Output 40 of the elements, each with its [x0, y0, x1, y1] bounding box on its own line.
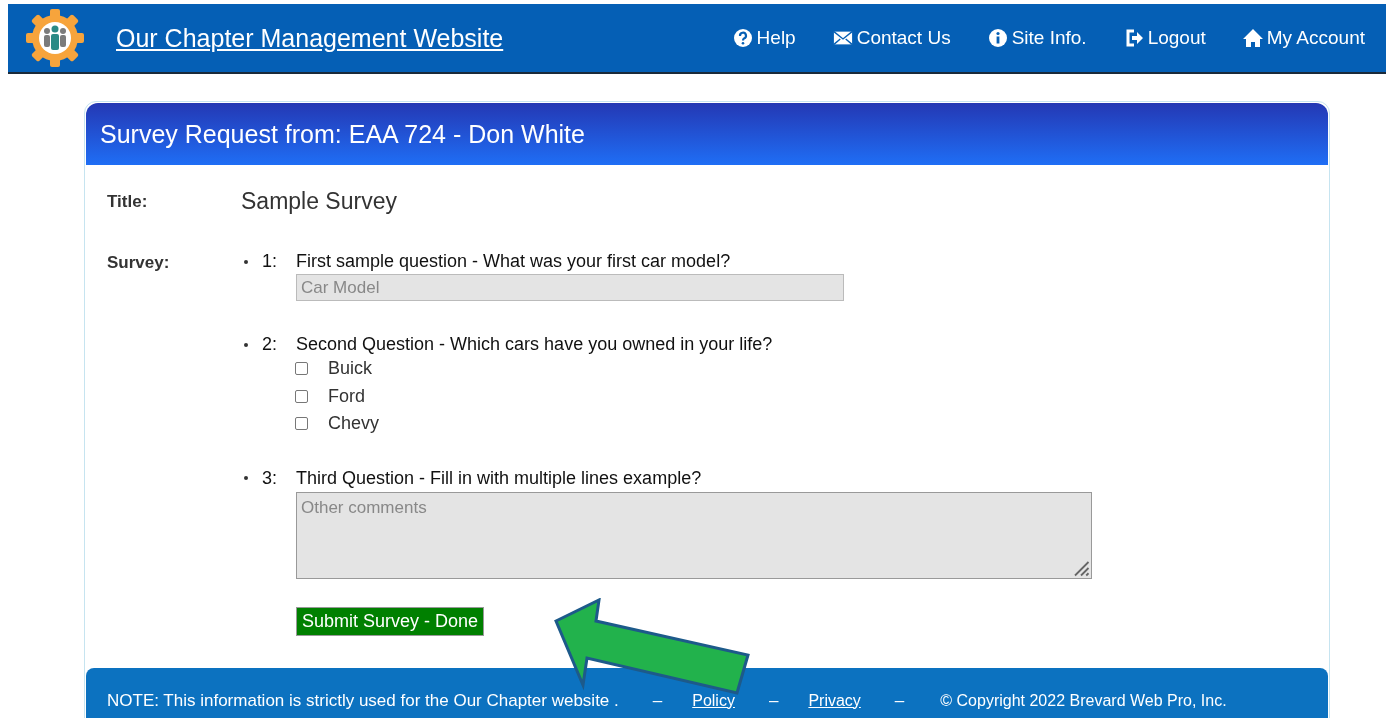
bullet-icon: [244, 476, 248, 480]
info-icon: [987, 28, 1008, 48]
separator-dash: –: [652, 690, 663, 711]
card-heading: Survey Request from: EAA 724 - Don White: [100, 119, 585, 149]
checkbox[interactable]: [295, 362, 308, 376]
checkbox-label: Buick: [328, 358, 372, 380]
nav-link[interactable]: My Account: [1242, 27, 1365, 49]
question-number: 3:: [262, 467, 278, 489]
checkbox[interactable]: [295, 417, 308, 431]
checkbox-label: Ford: [328, 385, 365, 407]
copyright-text: © Copyright 2022 Brevard Web Pro, Inc.: [940, 691, 1227, 710]
help-icon: [732, 28, 753, 48]
gear-people-icon: [25, 8, 85, 68]
survey-title: Sample Survey: [241, 188, 397, 215]
separator-dash: –: [768, 690, 779, 711]
home-icon: [1242, 28, 1263, 48]
nav-link[interactable]: Logout: [1123, 27, 1206, 49]
field-label: Title:: [107, 191, 149, 212]
checkbox-label: Chevy: [328, 413, 380, 435]
site-title-link[interactable]: Our Chapter Management Website: [116, 23, 504, 53]
footer-note: NOTE: This information is strictly used for the Our Chapter website .: [107, 690, 619, 711]
bullet-icon: [244, 342, 248, 347]
question-text: Third Question - Fill in with multiple lines example?: [296, 467, 702, 489]
field-label: Survey:: [107, 252, 171, 274]
input-field[interactable]: Car Model: [296, 274, 844, 301]
nav-link[interactable]: Contact Us: [832, 27, 951, 49]
separator-dash: –: [894, 690, 905, 711]
question-number: 1:: [262, 251, 278, 272]
privacy-link[interactable]: Privacy: [808, 691, 861, 710]
question-text: Second Question - Which cars have you owned in your life?: [296, 334, 773, 355]
nav-link[interactable]: Site Info.: [987, 27, 1087, 49]
bullet-icon: [244, 259, 248, 264]
question-text: First sample question - What was your first car model?: [296, 251, 731, 272]
policy-link[interactable]: Policy: [692, 691, 735, 710]
checkbox[interactable]: [295, 389, 308, 403]
submit-button[interactable]: Submit Survey - Done: [296, 606, 485, 636]
envelope-icon: [832, 28, 853, 48]
question-number: 2:: [262, 334, 278, 355]
nav-link[interactable]: Help: [732, 27, 796, 49]
text-area[interactable]: Other comments: [296, 491, 1092, 579]
